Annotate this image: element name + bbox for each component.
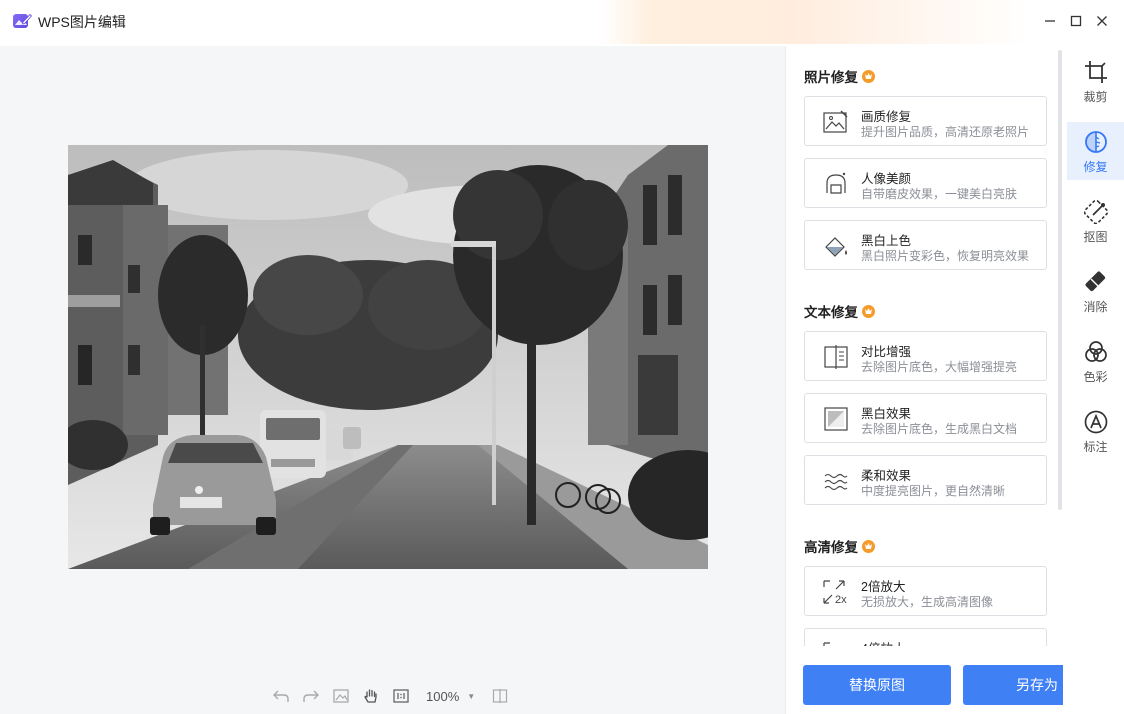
repair-panel: 照片修复 画质修复 提升图片品质，高清还原老照片 人像美颜 自带磨皮效果，一键美… — [785, 46, 1111, 714]
option-title: 4倍放大 — [861, 638, 905, 646]
section-title: 高清修复 — [804, 540, 858, 555]
repair-options-list[interactable]: 照片修复 画质修复 提升图片品质，高清还原老照片 人像美颜 自带磨皮效果，一键美… — [786, 46, 1064, 646]
section-hd-repair: 高清修复 — [804, 536, 875, 556]
option-upscale-4x[interactable]: 4倍放大 — [804, 628, 1047, 646]
actual-size-button[interactable] — [390, 686, 412, 706]
upscale-2x-icon: 2x — [822, 578, 850, 606]
image-canvas[interactable]: 100% ▼ — [0, 46, 785, 714]
bw-document-icon — [822, 405, 850, 433]
image-icon — [333, 689, 349, 703]
section-photo-repair: 照片修复 — [804, 66, 875, 86]
crop-icon — [1084, 61, 1107, 83]
zoom-level[interactable]: 100% — [426, 689, 459, 704]
option-desc: 去除图片底色，大幅增强提亮 — [861, 360, 1018, 374]
tool-repair[interactable]: 修复 — [1067, 122, 1124, 180]
edited-photo — [68, 145, 708, 569]
tool-crop[interactable]: 裁剪 — [1067, 52, 1124, 110]
option-desc: 无损放大，生成高清图像 — [861, 595, 994, 609]
section-title: 照片修复 — [804, 70, 858, 85]
app-title: WPS图片编辑 — [38, 14, 126, 30]
portrait-beauty-icon — [822, 170, 850, 198]
svg-text:2x: 2x — [835, 594, 847, 605]
tool-color[interactable]: 色彩 — [1067, 332, 1124, 390]
panel-scrollbar[interactable] — [1058, 50, 1062, 510]
redo-button[interactable] — [300, 686, 322, 706]
close-icon — [1097, 16, 1107, 26]
redo-icon — [303, 690, 319, 702]
tool-erase[interactable]: 消除 — [1067, 262, 1124, 320]
one-to-one-icon — [393, 689, 409, 703]
option-image-quality[interactable]: 画质修复 提升图片品质，高清还原老照片 — [804, 96, 1047, 146]
option-portrait-beauty[interactable]: 人像美颜 自带磨皮效果，一键美白亮肤 — [804, 158, 1047, 208]
option-upscale-2x[interactable]: 2x 2倍放大 无损放大，生成高清图像 — [804, 566, 1047, 616]
upscale-4x-icon — [822, 640, 850, 646]
title-bar: WPS图片编辑 — [0, 0, 1124, 44]
eraser-icon — [1085, 271, 1105, 292]
option-bw-document[interactable]: 黑白效果 去除图片底色，生成黑白文档 — [804, 393, 1047, 443]
minimize-button[interactable] — [1041, 12, 1059, 30]
option-desc: 提升图片品质，高清还原老照片 — [861, 125, 1030, 139]
compare-button[interactable] — [489, 686, 511, 706]
repair-icon — [1084, 131, 1107, 153]
maximize-button[interactable] — [1067, 12, 1085, 30]
compare-icon — [493, 689, 508, 703]
undo-icon — [273, 690, 289, 702]
tool-label: 色彩 — [1083, 370, 1108, 384]
option-desc: 中度提亮图片，更自然清晰 — [861, 484, 1006, 498]
section-text-repair: 文本修复 — [804, 301, 875, 321]
minimize-icon — [1045, 20, 1055, 22]
tool-label: 标注 — [1083, 440, 1108, 454]
soft-waves-icon — [822, 467, 850, 495]
tool-label: 裁剪 — [1083, 90, 1108, 104]
option-desc: 黑白照片变彩色，恢复明亮效果 — [861, 249, 1030, 263]
zoom-dropdown-icon[interactable]: ▼ — [467, 692, 475, 701]
pan-hand-button[interactable] — [360, 686, 382, 706]
contrast-enhance-icon — [822, 343, 850, 371]
option-soft-effect[interactable]: 柔和效果 中度提亮图片，更自然清晰 — [804, 455, 1047, 505]
hand-icon — [364, 689, 377, 703]
vip-badge-icon — [862, 69, 875, 83]
section-title: 文本修复 — [804, 305, 858, 320]
colorize-bucket-icon — [822, 232, 850, 260]
cutout-icon — [1083, 200, 1108, 224]
image-quality-icon — [822, 108, 850, 136]
replace-original-button[interactable]: 替换原图 — [803, 665, 951, 705]
tool-label: 抠图 — [1083, 230, 1108, 244]
tool-rail: 裁剪 修复 抠图 消除 色彩 标注 — [1063, 46, 1124, 714]
close-button[interactable] — [1093, 12, 1111, 30]
undo-button[interactable] — [270, 686, 292, 706]
color-icon — [1084, 341, 1107, 362]
option-desc: 自带磨皮效果，一键美白亮肤 — [861, 187, 1018, 201]
original-image-button[interactable] — [330, 686, 352, 706]
title-bar-decoration — [600, 0, 1030, 44]
option-colorize[interactable]: 黑白上色 黑白照片变彩色，恢复明亮效果 — [804, 220, 1047, 270]
tool-label: 修复 — [1083, 160, 1108, 174]
wps-photo-logo-icon — [13, 13, 32, 28]
tool-label: 消除 — [1083, 300, 1108, 314]
vip-badge-icon — [862, 539, 875, 553]
annotate-icon — [1084, 410, 1107, 434]
option-contrast-enhance[interactable]: 对比增强 去除图片底色，大幅增强提亮 — [804, 331, 1047, 381]
tool-annotate[interactable]: 标注 — [1067, 402, 1124, 460]
option-desc: 去除图片底色，生成黑白文档 — [861, 422, 1018, 436]
vip-badge-icon — [862, 304, 875, 318]
tool-cutout[interactable]: 抠图 — [1067, 192, 1124, 250]
maximize-icon — [1070, 15, 1082, 27]
canvas-toolbar: 100% ▼ — [270, 686, 511, 706]
